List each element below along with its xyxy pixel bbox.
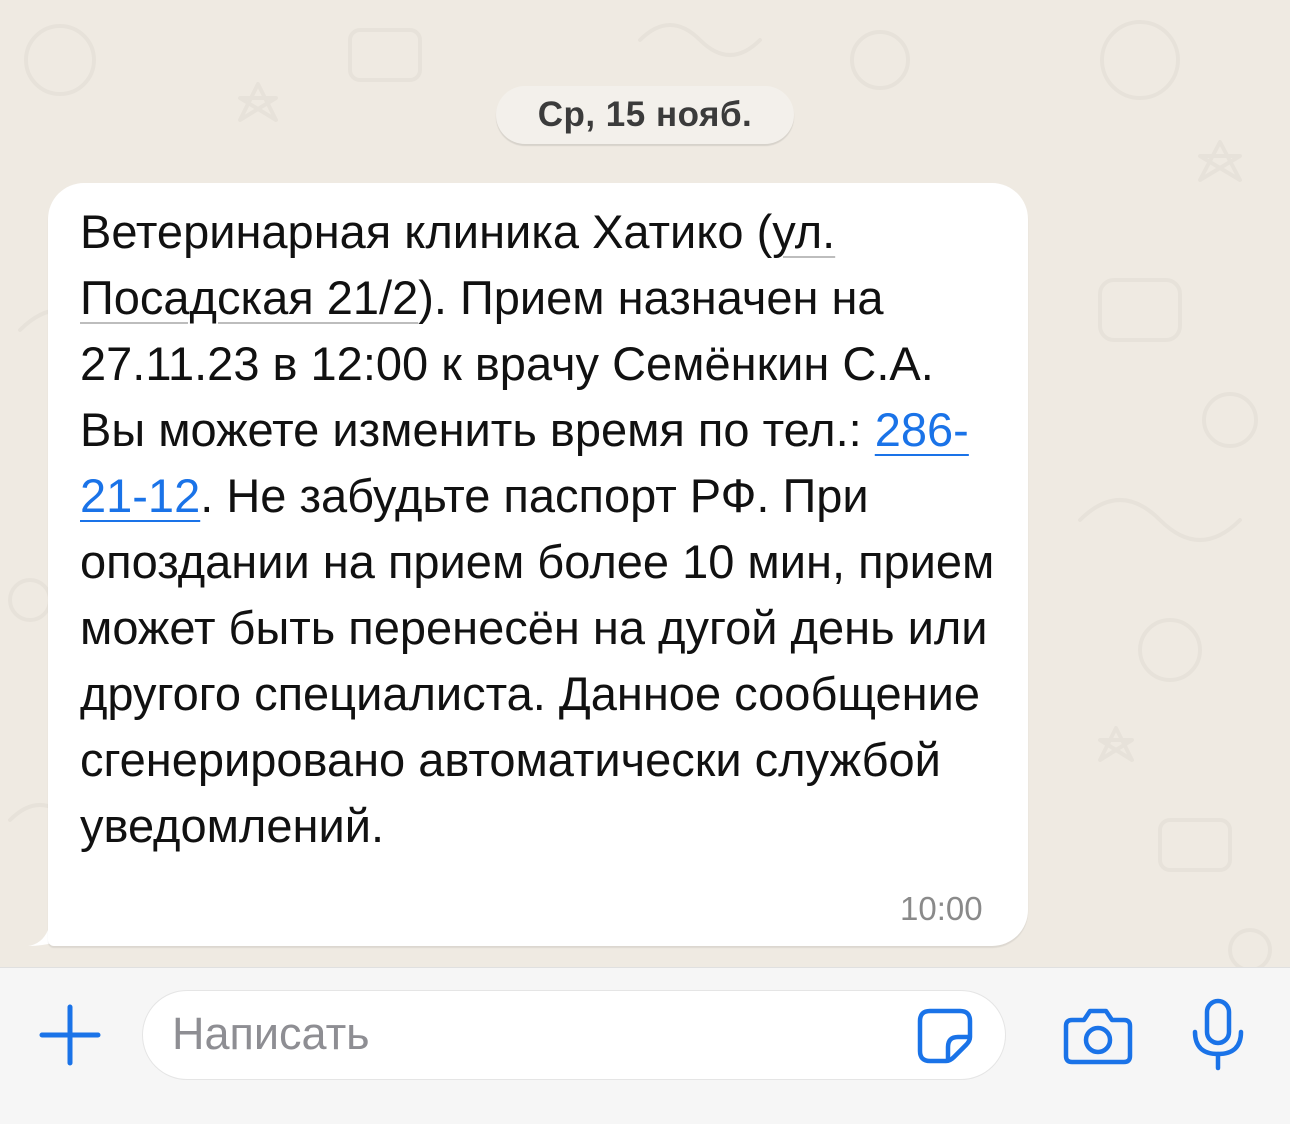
message-text-intro: Ветеринарная клиника Хатико ( bbox=[80, 205, 773, 258]
microphone-icon[interactable] bbox=[1190, 998, 1246, 1072]
message-input-placeholder: Написать bbox=[172, 1008, 370, 1059]
message-text: Ветеринарная клиника Хатико (ул. Посадск… bbox=[80, 199, 1010, 859]
chat-area[interactable]: Ср, 15 нояб. Ветеринарная клиника Хатико… bbox=[0, 0, 1290, 967]
camera-icon[interactable] bbox=[1062, 1006, 1134, 1066]
sticker-icon[interactable] bbox=[916, 1007, 974, 1065]
plus-icon[interactable] bbox=[38, 1003, 102, 1067]
message-timestamp: 10:00 bbox=[900, 890, 983, 927]
date-separator: Ср, 15 нояб. bbox=[496, 86, 794, 144]
message-text-outro: . Не забудьте паспорт РФ. При опоздании … bbox=[80, 469, 995, 852]
